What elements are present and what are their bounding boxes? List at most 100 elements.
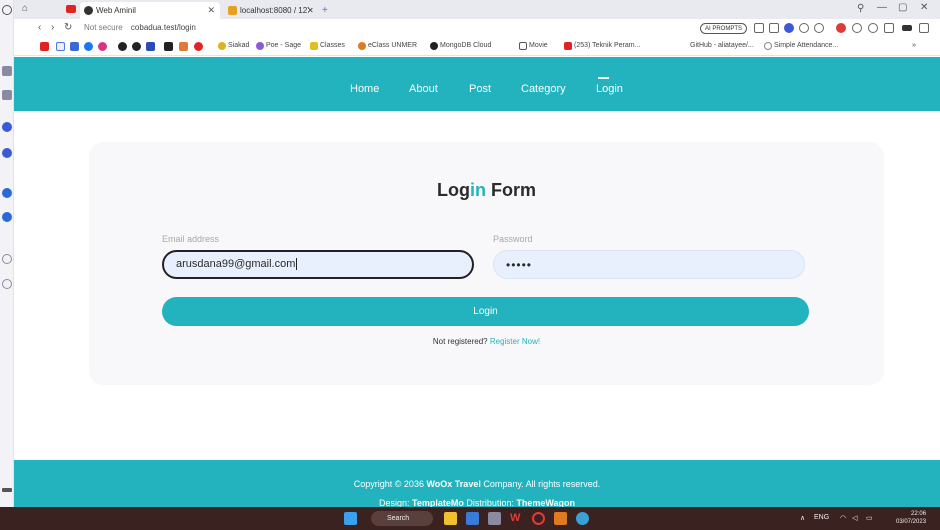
profile-icon[interactable] bbox=[868, 23, 878, 33]
vpn-icon[interactable] bbox=[852, 23, 862, 33]
xampp-icon[interactable] bbox=[554, 512, 567, 525]
login-button[interactable]: Login bbox=[162, 297, 809, 326]
forward-icon[interactable]: › bbox=[51, 22, 54, 33]
whatsapp-icon[interactable] bbox=[2, 212, 12, 222]
settings-icon[interactable] bbox=[2, 279, 12, 289]
tab-phpmyadmin[interactable]: localhost:8080 / 127.0.0.1 / bbox=[224, 2, 309, 19]
bookmarks-bar: Siakad Poe - Sage Classes eClass UNMER M… bbox=[14, 38, 940, 56]
back-icon[interactable]: ‹ bbox=[38, 22, 41, 33]
aria-icon[interactable] bbox=[2, 122, 12, 132]
bookmark-classes[interactable]: Classes bbox=[310, 42, 345, 50]
opera-icon[interactable] bbox=[532, 512, 545, 525]
themewagon-link[interactable]: ThemeWagon bbox=[516, 498, 575, 507]
reload-icon[interactable]: ↻ bbox=[64, 22, 72, 33]
play-icon[interactable] bbox=[799, 23, 809, 33]
bookmark-movie[interactable]: Movie bbox=[519, 42, 548, 50]
heart-icon[interactable] bbox=[814, 23, 824, 33]
youtube-tab-icon[interactable] bbox=[66, 5, 76, 13]
menu-icon[interactable] bbox=[919, 23, 929, 33]
opera-logo-icon[interactable] bbox=[2, 5, 12, 15]
bookmark-icon[interactable] bbox=[70, 42, 79, 51]
password-field[interactable]: ••••• bbox=[493, 250, 805, 279]
password-label: Password bbox=[493, 234, 533, 244]
file-explorer-icon[interactable] bbox=[444, 512, 457, 525]
nav-home[interactable]: Home bbox=[350, 83, 379, 95]
google-bookmark-icon[interactable] bbox=[56, 42, 65, 51]
heart-icon[interactable] bbox=[2, 254, 12, 264]
adblock-icon[interactable] bbox=[836, 23, 846, 33]
shield-icon[interactable] bbox=[784, 23, 794, 33]
extension-icon[interactable] bbox=[2, 90, 12, 100]
app-icon[interactable] bbox=[488, 512, 501, 525]
eclass-icon bbox=[358, 42, 366, 50]
maximize-icon[interactable]: ▢ bbox=[898, 2, 907, 13]
bookmark-icon[interactable] bbox=[118, 42, 127, 51]
tab-web-aminil[interactable]: Web Aminil ✕ bbox=[80, 2, 220, 19]
bookmark-icon[interactable] bbox=[194, 42, 203, 51]
tab-title: Web Aminil bbox=[96, 6, 136, 15]
battery-icon[interactable] bbox=[902, 25, 912, 31]
bookmark-teknik[interactable]: (253) Teknik Peram... bbox=[564, 42, 640, 50]
youtube-icon bbox=[564, 42, 572, 50]
language-indicator[interactable]: ENG bbox=[814, 514, 829, 521]
app-icon[interactable] bbox=[576, 512, 589, 525]
messenger-icon[interactable] bbox=[2, 188, 12, 198]
screen-icon[interactable] bbox=[769, 23, 779, 33]
home-icon[interactable] bbox=[2, 66, 12, 76]
snapshot-icon[interactable] bbox=[754, 23, 764, 33]
close-tab-icon[interactable]: ✕ bbox=[207, 2, 215, 19]
clock[interactable]: 22:06 03/07/2023 bbox=[896, 510, 926, 526]
tray-chevron-icon[interactable]: ∧ bbox=[800, 514, 805, 522]
tab-bar: ⌂ Web Aminil ✕ localhost:8080 / 127.0.0.… bbox=[14, 0, 940, 19]
instagram-bookmark-icon[interactable] bbox=[98, 42, 107, 51]
email-field[interactable]: arusdana99@gmail.com bbox=[162, 250, 474, 279]
facebook-bookmark-icon[interactable] bbox=[84, 42, 93, 51]
register-link[interactable]: Register Now! bbox=[490, 337, 540, 346]
windows-taskbar: Search W ∧ ENG ◠ ◁ ▭ 22:06 03/07/2023 bbox=[0, 507, 940, 530]
word-icon[interactable]: W bbox=[510, 512, 523, 525]
windows-start-icon[interactable] bbox=[344, 512, 357, 525]
bookmark-icon[interactable] bbox=[146, 42, 155, 51]
more-bookmarks-button[interactable]: » bbox=[912, 42, 916, 49]
tab-switch-icon[interactable]: ⌂ bbox=[22, 3, 28, 14]
youtube-bookmark-icon[interactable] bbox=[40, 42, 49, 51]
active-nav-indicator bbox=[598, 77, 609, 79]
poe-icon bbox=[256, 42, 264, 50]
download-icon[interactable] bbox=[884, 23, 894, 33]
bookmark-simple-attendance[interactable]: Simple Attendance... bbox=[764, 42, 838, 50]
more-icon[interactable] bbox=[2, 488, 12, 492]
templatemo-link[interactable]: TemplateMo bbox=[412, 498, 464, 507]
login-card: Login Form Email address Password arusda… bbox=[89, 142, 884, 385]
nav-post[interactable]: Post bbox=[469, 83, 491, 95]
password-value: ••••• bbox=[506, 258, 533, 272]
bookmark-poe-sage[interactable]: Poe - Sage bbox=[256, 42, 301, 50]
chatgpt-icon[interactable] bbox=[2, 148, 12, 158]
nav-login[interactable]: Login bbox=[596, 83, 623, 95]
url-field[interactable]: Not secure cobadua.test/login bbox=[84, 23, 196, 32]
taskbar-search[interactable]: Search bbox=[371, 511, 433, 526]
bookmark-eclass[interactable]: eClass UNMER bbox=[358, 42, 417, 50]
github-icon bbox=[680, 42, 688, 50]
new-tab-button[interactable]: + bbox=[320, 2, 334, 19]
minimize-icon[interactable]: — bbox=[877, 2, 887, 13]
email-label: Email address bbox=[162, 234, 220, 244]
wifi-icon[interactable]: ◠ bbox=[840, 514, 846, 522]
tab-title: localhost:8080 / 127.0.0.1 / bbox=[240, 6, 309, 15]
store-icon[interactable] bbox=[466, 512, 479, 525]
nav-category[interactable]: Category bbox=[521, 83, 566, 95]
close-tab-icon[interactable]: ✕ bbox=[307, 2, 319, 19]
search-tabs-icon[interactable]: ⚲ bbox=[857, 3, 864, 14]
bookmark-icon[interactable] bbox=[179, 42, 188, 51]
volume-icon[interactable]: ◁ bbox=[852, 514, 857, 522]
bookmark-mongodb[interactable]: MongoDB Cloud bbox=[430, 42, 491, 50]
battery-icon[interactable]: ▭ bbox=[866, 514, 873, 522]
bookmark-icon[interactable] bbox=[164, 42, 173, 51]
ai-prompts-button[interactable]: AI PROMPTS bbox=[700, 23, 748, 34]
nav-about[interactable]: About bbox=[409, 83, 438, 95]
bookmark-icon[interactable] bbox=[132, 42, 141, 51]
form-title: Login Form bbox=[436, 180, 536, 200]
bookmark-siakad[interactable]: Siakad bbox=[218, 42, 249, 50]
close-window-icon[interactable]: ✕ bbox=[920, 2, 928, 13]
address-bar: ‹ › ↻ Not secure cobadua.test/login AI P… bbox=[14, 19, 940, 38]
bookmark-github[interactable]: GitHub - aliatayee/... bbox=[680, 42, 754, 50]
